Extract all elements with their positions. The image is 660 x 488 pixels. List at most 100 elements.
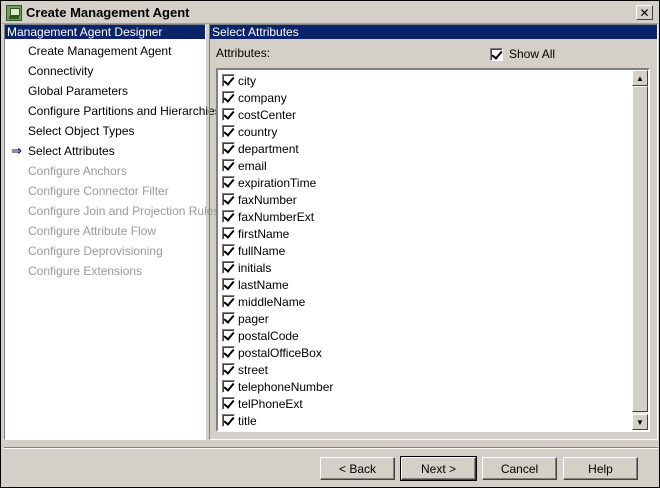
attribute-name: city	[238, 73, 256, 88]
attribute-item[interactable]: lastName	[218, 276, 631, 293]
attribute-checkbox[interactable]	[222, 176, 235, 189]
designer-step: Configure Anchors	[5, 161, 205, 181]
attribute-item[interactable]: postalOfficeBox	[218, 344, 631, 361]
attribute-checkbox[interactable]	[222, 414, 235, 427]
attribute-item[interactable]: telPhoneExt	[218, 395, 631, 412]
window-title: Create Management Agent	[26, 5, 190, 20]
attribute-checkbox[interactable]	[222, 346, 235, 359]
designer-step-label: Configure Join and Projection Rules	[28, 204, 220, 218]
attribute-checkbox[interactable]	[222, 380, 235, 393]
title-bar: Create Management Agent ✕	[2, 2, 658, 24]
attribute-item[interactable]: fullName	[218, 242, 631, 259]
attribute-checkbox[interactable]	[222, 74, 235, 87]
attribute-item[interactable]: firstName	[218, 225, 631, 242]
designer-step[interactable]: Global Parameters	[5, 81, 205, 101]
attribute-checkbox[interactable]	[222, 159, 235, 172]
designer-step: Configure Join and Projection Rules	[5, 201, 219, 221]
designer-step[interactable]: Create Management Agent	[5, 41, 205, 61]
designer-step: Configure Extensions	[5, 261, 205, 281]
attribute-checkbox[interactable]	[222, 193, 235, 206]
attribute-item[interactable]: faxNumberExt	[218, 208, 631, 225]
attribute-name: middleName	[238, 294, 306, 309]
attribute-checkbox[interactable]	[222, 312, 235, 325]
attribute-name: postalCode	[238, 328, 299, 343]
attribute-item[interactable]: middleName	[218, 293, 631, 310]
attribute-name: pager	[238, 311, 269, 326]
attribute-name: faxNumberExt	[238, 209, 315, 224]
close-button[interactable]: ✕	[636, 5, 653, 20]
designer-steps-list: Create Management Agent Connectivity Globa…	[5, 41, 221, 281]
designer-step: Configure Connector Filter	[5, 181, 205, 201]
back-button[interactable]: < Back	[320, 457, 395, 480]
show-all-checkbox[interactable]: Show All	[490, 47, 555, 61]
show-all-check-icon[interactable]	[490, 47, 503, 61]
attribute-name: email	[238, 158, 267, 173]
designer-step-label: Select Attributes	[28, 144, 115, 158]
designer-step[interactable]: ⇒ Select Attributes	[5, 141, 205, 161]
attribute-checkbox[interactable]	[222, 125, 235, 138]
attribute-checkbox[interactable]	[222, 210, 235, 223]
attribute-item[interactable]: country	[218, 123, 631, 140]
attribute-checkbox[interactable]	[222, 244, 235, 257]
designer-step-label: Configure Extensions	[28, 264, 143, 278]
designer-step-label: Create Management Agent	[28, 44, 172, 58]
app-icon	[6, 4, 22, 21]
designer-steps-header: Management Agent Designer	[5, 25, 205, 39]
designer-step-label: Configure Partitions and Hierarchies	[28, 104, 221, 118]
attribute-name: postalOfficeBox	[238, 345, 322, 360]
attribute-item[interactable]: costCenter	[218, 106, 631, 123]
attribute-checkbox[interactable]	[222, 363, 235, 376]
attributes-list: city company costCenter country department em…	[218, 70, 631, 430]
current-step-arrow-icon: ⇒	[11, 143, 22, 158]
attribute-checkbox[interactable]	[222, 329, 235, 342]
designer-step-label: Configure Anchors	[28, 164, 127, 178]
attribute-item[interactable]: city	[218, 72, 631, 89]
attribute-name: costCenter	[238, 107, 297, 122]
attribute-checkbox[interactable]	[222, 295, 235, 308]
attribute-item[interactable]: expirationTime	[218, 174, 631, 191]
attribute-checkbox[interactable]	[222, 91, 235, 104]
attribute-item[interactable]: email	[218, 157, 631, 174]
attribute-item[interactable]: company	[218, 89, 631, 106]
attribute-name: title	[238, 413, 257, 428]
designer-step[interactable]: Configure Partitions and Hierarchies	[5, 101, 221, 121]
attribute-name: street	[238, 362, 269, 377]
scroll-down-button[interactable]: ▼	[632, 414, 648, 430]
attribute-name: telephoneNumber	[238, 379, 334, 394]
cancel-button[interactable]: Cancel	[482, 457, 557, 480]
attribute-item[interactable]: pager	[218, 310, 631, 327]
attribute-name: fullName	[238, 243, 286, 258]
attribute-checkbox[interactable]	[222, 397, 235, 410]
next-button[interactable]: Next >	[400, 456, 477, 481]
attribute-item[interactable]: telephoneNumber	[218, 378, 631, 395]
attribute-name: company	[238, 90, 287, 105]
attributes-scrollbar[interactable]: ▲ ▼	[632, 70, 648, 430]
designer-step[interactable]: Select Object Types	[5, 121, 205, 141]
designer-step-label: Configure Deprovisioning	[28, 244, 163, 258]
attribute-item[interactable]: postalCode	[218, 327, 631, 344]
attribute-name: lastName	[238, 277, 289, 292]
show-all-label: Show All	[509, 47, 556, 61]
attribute-checkbox[interactable]	[222, 108, 235, 121]
attribute-item[interactable]: initials	[218, 259, 631, 276]
attribute-item[interactable]: department	[218, 140, 631, 157]
designer-step[interactable]: Connectivity	[5, 61, 205, 81]
designer-step-label: Configure Connector Filter	[28, 184, 169, 198]
attribute-item[interactable]: title	[218, 412, 631, 429]
designer-step: Configure Attribute Flow	[5, 221, 205, 241]
dialog-window: Create Management Agent ✕ Management Age…	[0, 0, 660, 488]
select-attributes-header: Select Attributes	[210, 25, 657, 39]
attribute-item[interactable]: street	[218, 361, 631, 378]
help-button[interactable]: Help	[563, 457, 638, 480]
attribute-checkbox[interactable]	[222, 142, 235, 155]
attribute-name: firstName	[238, 226, 290, 241]
attribute-checkbox[interactable]	[222, 227, 235, 240]
scroll-up-button[interactable]: ▲	[632, 70, 648, 86]
attribute-name: faxNumber	[238, 192, 297, 207]
scroll-thumb[interactable]	[632, 86, 648, 412]
designer-step-label: Select Object Types	[28, 124, 135, 138]
attribute-checkbox[interactable]	[222, 278, 235, 291]
attribute-item[interactable]: faxNumber	[218, 191, 631, 208]
attribute-name: department	[238, 141, 299, 156]
attribute-checkbox[interactable]	[222, 261, 235, 274]
